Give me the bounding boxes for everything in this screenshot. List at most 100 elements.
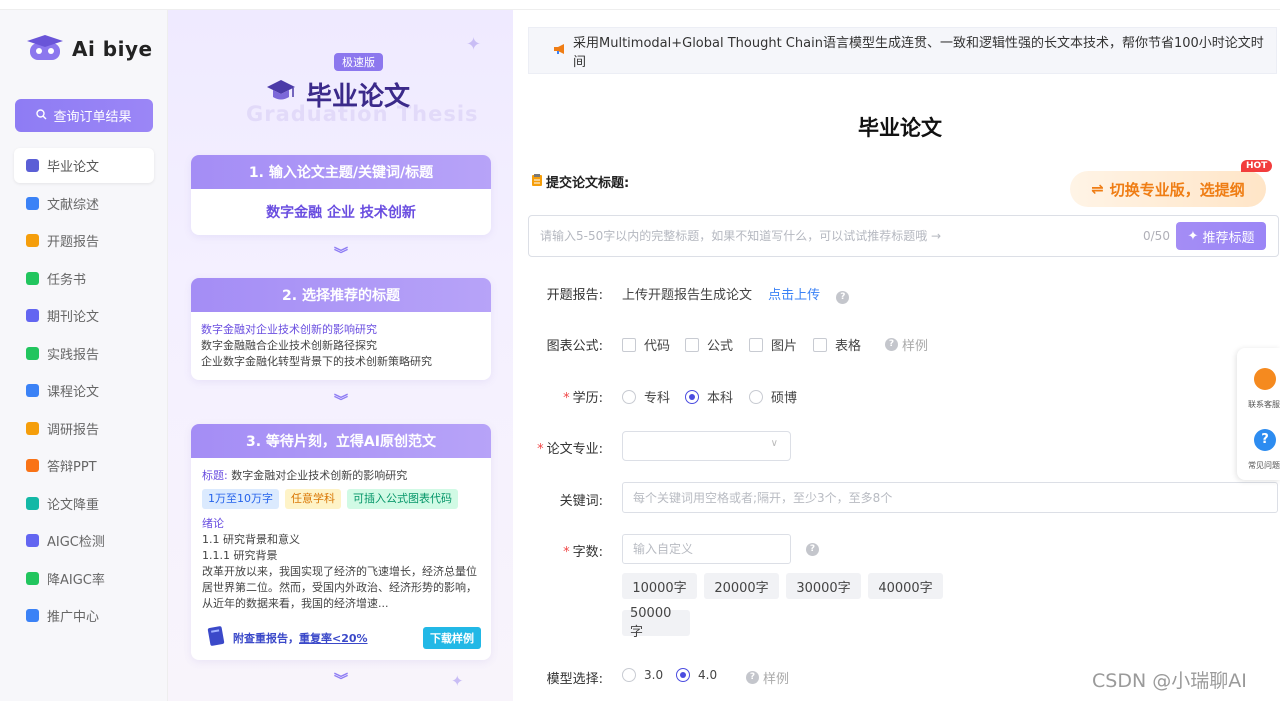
help-icon[interactable]: ? [836, 291, 850, 304]
formula-checkbox[interactable]: 公式 [685, 335, 733, 354]
sidebar-item[interactable]: 推广中心 [14, 598, 154, 633]
customer-service-icon[interactable] [1254, 368, 1276, 390]
sidebar-item[interactable]: 调研报告 [14, 411, 154, 446]
model-example-link[interactable]: ? 样例 [746, 668, 789, 687]
main-form: 采用Multimodal+Global Thought Chain语言模型生成连… [513, 10, 1280, 701]
promo-title-text: 毕业论文 [306, 82, 411, 112]
checkbox[interactable] [622, 337, 636, 352]
wordcount-chip[interactable]: 50000字 [622, 606, 690, 640]
major-label: * 论文专业: [537, 442, 603, 457]
sidebar-item[interactable]: 课程论文 [14, 373, 154, 408]
form-title: 毕业论文 [858, 116, 942, 140]
charts-example-link[interactable]: ? 样例 [885, 335, 928, 354]
wordcount-chip[interactable]: 40000字 [868, 573, 943, 599]
sidebar-item[interactable]: 任务书 [14, 261, 154, 296]
sample-heading: 绪论 [202, 517, 224, 530]
sidebar-item[interactable]: 开题报告 [14, 223, 154, 258]
download-sample-button[interactable]: 下载样例 [423, 626, 481, 649]
send-icon [26, 609, 39, 622]
book-icon [26, 196, 39, 210]
table-checkbox[interactable]: 表格 [813, 335, 861, 354]
query-order-button[interactable]: 查询订单结果 [15, 99, 153, 132]
radio[interactable] [622, 668, 636, 682]
radio[interactable] [622, 389, 636, 404]
checkbox-label: 公式 [707, 339, 734, 354]
degree-label-text: 学历: [572, 391, 603, 406]
ai-icon [26, 571, 39, 585]
recommend-title-button[interactable]: ✦ 推荐标题 [1176, 222, 1266, 250]
sidebar-item[interactable]: 实践报告 [14, 336, 154, 371]
task-icon [26, 271, 39, 285]
sidebar-item-label: 课程论文 [47, 385, 100, 400]
step3-card: 3. 等待片刻，立得AI原创范文 标题: 数字金融对企业技术创新的影响研究 1万… [191, 424, 491, 660]
notebook-icon [205, 625, 227, 650]
radio-selected[interactable] [676, 668, 690, 682]
sidebar-item[interactable]: AIGC检测 [14, 523, 154, 558]
degree-option-junior[interactable]: 专科 [622, 387, 670, 406]
question-icon[interactable]: ? [1254, 429, 1276, 451]
major-select[interactable]: ∨ [622, 431, 791, 461]
degree-option-bachelor[interactable]: 本科 [685, 387, 733, 406]
help-icon: ? [885, 338, 898, 351]
checkbox-label: 代码 [644, 339, 671, 354]
sidebar-item[interactable]: 答辩PPT [14, 448, 154, 483]
sidebar-item[interactable]: 降AIGC率 [14, 561, 154, 596]
keywords-box [622, 482, 1278, 513]
checkbox[interactable] [685, 337, 699, 352]
sidebar-nav: 毕业论文 文献综述 开题报告任务书期刊论文实践报告课程论文调研报告 答辩PPT 论文降重… [14, 148, 154, 636]
keywords-input[interactable] [633, 490, 1277, 505]
step1-title: 1. 输入论文主题/关键词/标题 [191, 155, 491, 189]
step1-content: 数字金融 企业 技术创新 [266, 205, 416, 221]
degree-label: * 学历: [563, 391, 603, 406]
faq-label[interactable]: 常见问题 [1248, 460, 1280, 471]
switch-pro-button[interactable]: ⇌ 切换专业版，选提纲 [1070, 171, 1266, 207]
sidebar-item-label: 降AIGC率 [47, 572, 105, 588]
degree-option-master[interactable]: 硕博 [749, 387, 797, 406]
checkbox-label: 表格 [835, 339, 862, 354]
example-label: 样例 [902, 339, 929, 354]
code-checkbox[interactable]: 代码 [622, 335, 670, 354]
sidebar-item[interactable]: 毕业论文 [14, 148, 154, 183]
brand-name: Ai biye [72, 37, 153, 61]
wordcount-input[interactable] [633, 542, 790, 556]
sidebar: Ai biye 查询订单结果 毕业论文 文献综述 开题报告任务书期刊论文实践报告课程… [0, 10, 168, 701]
feature-tag: 1万至10万字 [202, 489, 279, 509]
upload-link[interactable]: 点击上传 [768, 288, 820, 303]
feature-tag: 可插入公式图表代码 [347, 489, 458, 509]
help-icon[interactable]: ? [806, 543, 819, 556]
model-option-3[interactable]: 3.0 [622, 668, 663, 682]
wordcount-chip[interactable]: 30000字 [786, 573, 861, 599]
checkbox[interactable] [813, 337, 827, 352]
wordcount-chip[interactable]: 10000字 [622, 573, 697, 599]
wordcount-box [622, 534, 791, 564]
title-input[interactable] [540, 229, 1140, 243]
ppt-icon [26, 459, 39, 472]
journal-icon [26, 309, 39, 322]
promo-panel: ✦ ✦ 极速版 Graduation Thesis 毕业论文 1. 输入论文主题… [168, 10, 513, 701]
contact-label[interactable]: 联系客服 [1248, 399, 1280, 410]
sidebar-item-label: 任务书 [47, 272, 87, 288]
radio-label: 本科 [707, 391, 734, 406]
logo[interactable]: Ai biye [26, 34, 153, 64]
checkbox[interactable] [749, 337, 763, 352]
hot-badge: HOT [1241, 160, 1273, 172]
swap-icon: ⇌ [1091, 180, 1104, 198]
sample-paragraph: 改革开放以来，我国实现了经济的飞速增长，经济总量位居世界第二位。然而，受国内外政… [202, 565, 477, 610]
recommended-title: 数字金融对企业技术创新的影响研究 [201, 323, 377, 336]
search-icon [36, 108, 47, 123]
sample-title-label: 标题: [202, 469, 228, 482]
model-option-4[interactable]: 4.0 [676, 668, 717, 682]
radio-selected[interactable] [685, 389, 699, 404]
sidebar-item[interactable]: 文献综述 [14, 186, 154, 221]
image-checkbox[interactable]: 图片 [749, 335, 797, 354]
sparkle-icon: ✦ [466, 34, 482, 55]
radio[interactable] [749, 389, 763, 404]
sidebar-item-label: 实践报告 [47, 347, 100, 363]
recommended-title: 数字金融融合企业技术创新路径探究 [201, 339, 377, 352]
wordcount-chip[interactable]: 20000字 [704, 573, 779, 599]
sidebar-item-label: AIGC检测 [47, 535, 105, 550]
report-note: 附查重报告， [233, 631, 299, 645]
sidebar-item[interactable]: 期刊论文 [14, 298, 154, 333]
sidebar-item[interactable]: 论文降重 [14, 486, 154, 521]
chevron-down-icon: ︾ [334, 673, 348, 689]
